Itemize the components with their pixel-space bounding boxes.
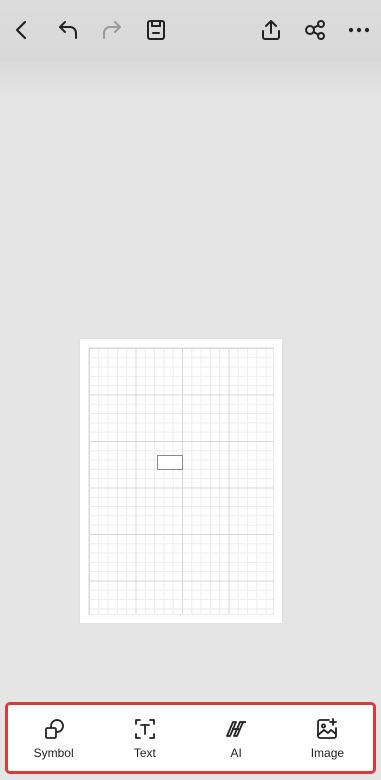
text-tool-label: Text [133, 745, 156, 760]
image-tool-button[interactable]: Image [287, 708, 367, 768]
ai-tool-button[interactable]: AI [196, 708, 276, 768]
back-button[interactable] [6, 14, 38, 46]
selected-element[interactable] [157, 455, 183, 470]
save-button[interactable] [140, 14, 172, 46]
page-grid [88, 347, 274, 615]
bottom-toolbar: Symbol Text AI Image [5, 702, 376, 774]
top-toolbar [0, 0, 381, 58]
redo-icon [103, 21, 121, 39]
share-button[interactable] [299, 14, 331, 46]
label-page[interactable] [80, 339, 282, 623]
undo-button[interactable] [52, 14, 84, 46]
image-tool-label: Image [310, 745, 345, 760]
undo-icon [59, 21, 77, 39]
text-icon [134, 718, 155, 739]
back-icon [15, 20, 27, 40]
text-tool-button[interactable]: Text [105, 708, 185, 768]
more-button[interactable] [343, 14, 375, 46]
share-icon [305, 20, 325, 40]
symbol-tool-button[interactable]: Symbol [14, 708, 94, 768]
ai-icon [226, 720, 247, 737]
more-icon [348, 27, 370, 33]
symbol-tool-label: Symbol [33, 745, 74, 760]
toolbar-shadow [0, 58, 381, 98]
export-button[interactable] [255, 14, 287, 46]
save-icon [147, 20, 165, 40]
image-add-icon [317, 717, 338, 739]
ai-tool-label: AI [230, 745, 242, 760]
symbol-icon [44, 718, 64, 739]
redo-button[interactable] [96, 14, 128, 46]
export-icon [262, 20, 280, 40]
canvas-area[interactable] [0, 98, 381, 700]
